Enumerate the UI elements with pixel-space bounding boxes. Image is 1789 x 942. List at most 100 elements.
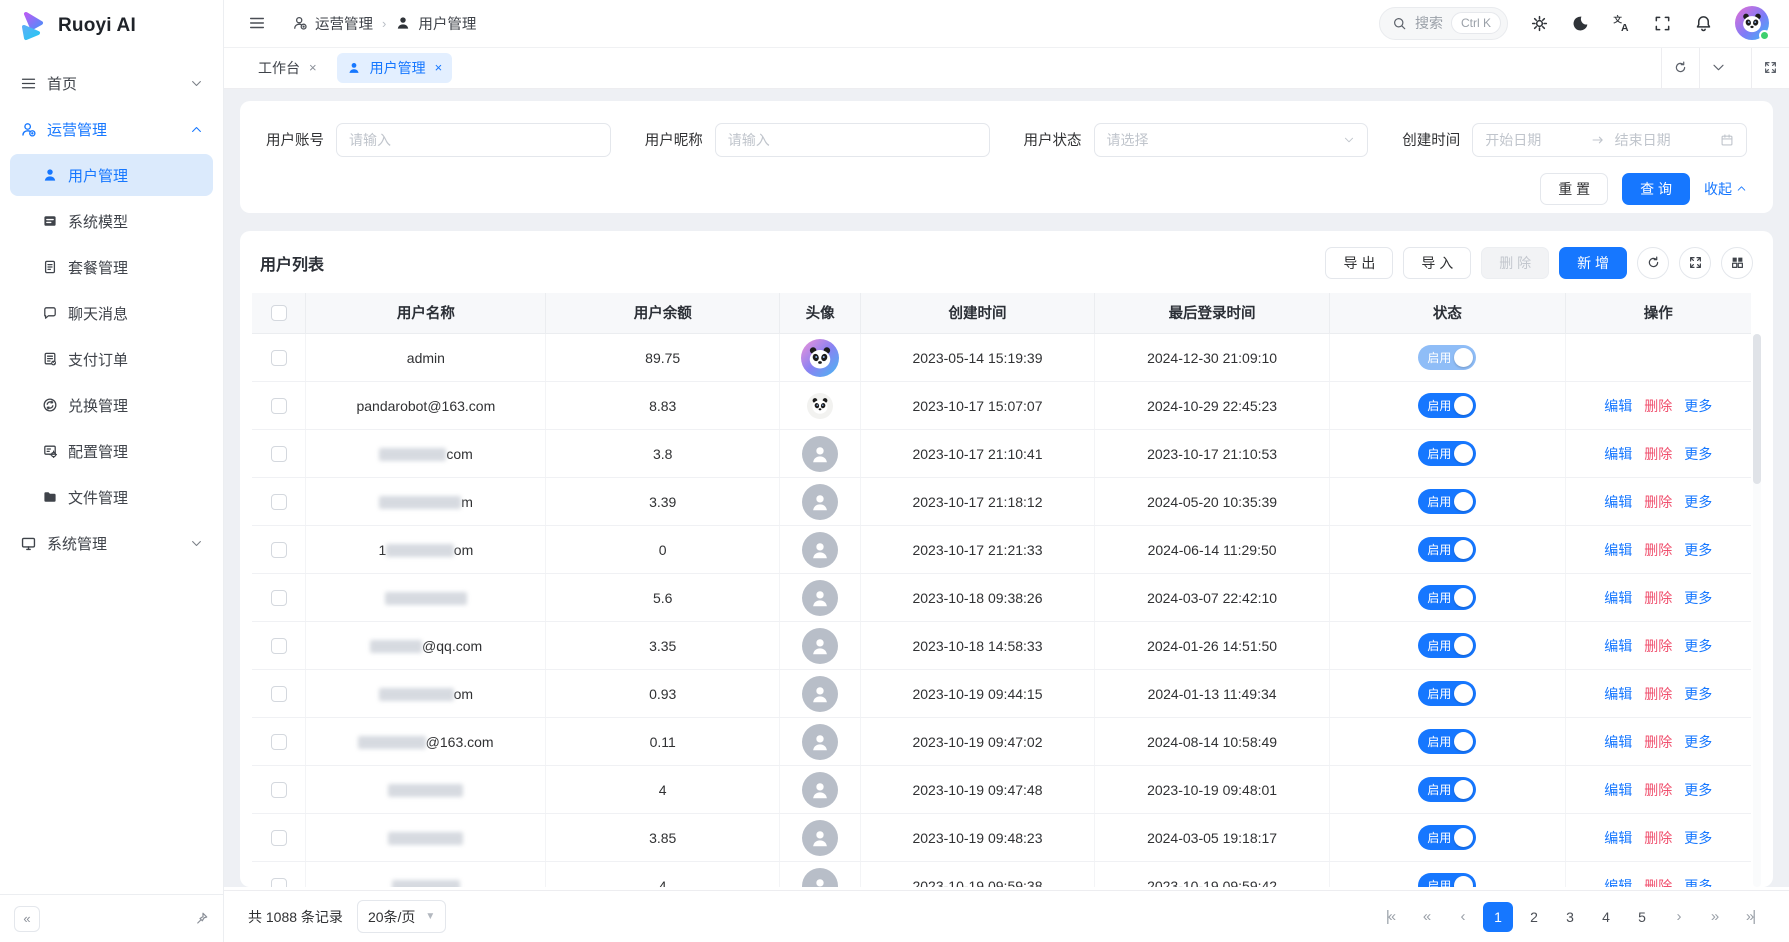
fullscreen-icon[interactable]	[1653, 14, 1672, 33]
row-checkbox[interactable]	[271, 734, 287, 750]
collapse-filters-link[interactable]: 收起	[1704, 179, 1747, 199]
sidebar-group-1[interactable]: 运营管理	[10, 108, 213, 150]
edit-link[interactable]: 编辑	[1604, 638, 1632, 654]
select-all-checkbox[interactable]	[271, 305, 287, 321]
user-nickname-input[interactable]	[715, 123, 990, 157]
breadcrumb-operations[interactable]: 运营管理	[292, 13, 373, 34]
user-avatar[interactable]	[1735, 6, 1769, 40]
logo-row[interactable]: Ruoyi AI	[0, 0, 223, 52]
column-settings-icon[interactable]	[1721, 247, 1753, 279]
delete-button[interactable]: 删 除	[1481, 247, 1549, 279]
row-checkbox[interactable]	[271, 542, 287, 558]
edit-link[interactable]: 编辑	[1604, 830, 1632, 846]
more-link[interactable]: 更多	[1684, 878, 1712, 887]
user-account-input[interactable]	[336, 123, 611, 157]
edit-link[interactable]: 编辑	[1604, 782, 1632, 798]
more-link[interactable]: 更多	[1684, 638, 1712, 654]
status-toggle[interactable]: 启用	[1418, 345, 1476, 370]
date-range-picker[interactable]: 开始日期 结束日期	[1472, 123, 1747, 157]
content-fullscreen-icon[interactable]	[1751, 48, 1789, 88]
delete-link[interactable]: 删除	[1644, 542, 1672, 558]
edit-link[interactable]: 编辑	[1604, 398, 1632, 414]
status-toggle[interactable]: 启用	[1418, 489, 1476, 514]
row-checkbox[interactable]	[271, 446, 287, 462]
tab-refresh-icon[interactable]	[1661, 48, 1699, 88]
sidebar-item-order[interactable]: 支付订单	[10, 338, 213, 380]
expand-icon[interactable]	[1679, 247, 1711, 279]
sidebar-item-folder[interactable]: 文件管理	[10, 476, 213, 518]
status-toggle[interactable]: 启用	[1418, 633, 1476, 658]
page-size-select[interactable]: 20条/页 ▼	[357, 900, 446, 933]
delete-link[interactable]: 删除	[1644, 398, 1672, 414]
more-link[interactable]: 更多	[1684, 446, 1712, 462]
table-scrollbar[interactable]	[1753, 334, 1761, 887]
dark-mode-icon[interactable]	[1571, 14, 1590, 33]
close-icon[interactable]: ×	[435, 60, 443, 75]
close-icon[interactable]: ×	[309, 60, 317, 75]
sidebar-collapse-button[interactable]: «	[14, 906, 40, 932]
row-checkbox[interactable]	[271, 686, 287, 702]
row-checkbox[interactable]	[271, 878, 287, 886]
status-toggle[interactable]: 启用	[1418, 393, 1476, 418]
translate-icon[interactable]: 文A	[1612, 14, 1631, 33]
page-button-3[interactable]: 3	[1555, 902, 1585, 932]
sidebar-item-chat[interactable]: 聊天消息	[10, 292, 213, 334]
delete-link[interactable]: 删除	[1644, 590, 1672, 606]
notification-bell-icon[interactable]	[1694, 14, 1713, 33]
first-page-button[interactable]: |«	[1375, 902, 1405, 932]
status-toggle[interactable]: 启用	[1418, 537, 1476, 562]
user-status-select[interactable]: 请选择	[1094, 123, 1369, 157]
add-button[interactable]: 新 增	[1559, 247, 1627, 279]
next-page-button[interactable]: ›	[1663, 902, 1693, 932]
row-checkbox[interactable]	[271, 590, 287, 606]
edit-link[interactable]: 编辑	[1604, 686, 1632, 702]
delete-link[interactable]: 删除	[1644, 686, 1672, 702]
edit-link[interactable]: 编辑	[1604, 590, 1632, 606]
settings-icon[interactable]	[1530, 14, 1549, 33]
edit-link[interactable]: 编辑	[1604, 542, 1632, 558]
global-search[interactable]: 搜索 Ctrl K	[1379, 7, 1508, 40]
row-checkbox[interactable]	[271, 782, 287, 798]
more-link[interactable]: 更多	[1684, 782, 1712, 798]
edit-link[interactable]: 编辑	[1604, 878, 1632, 887]
hamburger-menu-icon[interactable]	[248, 14, 266, 32]
sidebar-group-0[interactable]: 首页	[10, 62, 213, 104]
reset-button[interactable]: 重 置	[1540, 173, 1608, 205]
edit-link[interactable]: 编辑	[1604, 446, 1632, 462]
more-link[interactable]: 更多	[1684, 734, 1712, 750]
delete-link[interactable]: 删除	[1644, 830, 1672, 846]
prev-page-button[interactable]: ‹	[1447, 902, 1477, 932]
more-link[interactable]: 更多	[1684, 398, 1712, 414]
query-button[interactable]: 查 询	[1622, 173, 1690, 205]
tab-user-management[interactable]: 用户管理 ×	[337, 53, 453, 83]
page-button-4[interactable]: 4	[1591, 902, 1621, 932]
delete-link[interactable]: 删除	[1644, 782, 1672, 798]
export-button[interactable]: 导 出	[1325, 247, 1393, 279]
page-button-2[interactable]: 2	[1519, 902, 1549, 932]
row-checkbox[interactable]	[271, 398, 287, 414]
refresh-icon[interactable]	[1637, 247, 1669, 279]
status-toggle[interactable]: 启用	[1418, 729, 1476, 754]
more-link[interactable]: 更多	[1684, 542, 1712, 558]
more-link[interactable]: 更多	[1684, 830, 1712, 846]
delete-link[interactable]: 删除	[1644, 734, 1672, 750]
sidebar-group-2[interactable]: 系统管理	[10, 522, 213, 564]
status-toggle[interactable]: 启用	[1418, 441, 1476, 466]
tab-workbench[interactable]: 工作台 ×	[248, 53, 327, 83]
edit-link[interactable]: 编辑	[1604, 734, 1632, 750]
status-toggle[interactable]: 启用	[1418, 873, 1476, 887]
delete-link[interactable]: 删除	[1644, 446, 1672, 462]
last-page-button[interactable]: »|	[1735, 902, 1765, 932]
sidebar-item-config[interactable]: 配置管理	[10, 430, 213, 472]
import-button[interactable]: 导 入	[1403, 247, 1471, 279]
delete-link[interactable]: 删除	[1644, 638, 1672, 654]
row-checkbox[interactable]	[271, 830, 287, 846]
breadcrumb-user-management[interactable]: 用户管理	[395, 13, 476, 34]
row-checkbox[interactable]	[271, 350, 287, 366]
sidebar-item-package[interactable]: 套餐管理	[10, 246, 213, 288]
more-link[interactable]: 更多	[1684, 590, 1712, 606]
status-toggle[interactable]: 启用	[1418, 681, 1476, 706]
sidebar-item-user[interactable]: 用户管理	[10, 154, 213, 196]
status-toggle[interactable]: 启用	[1418, 825, 1476, 850]
edit-link[interactable]: 编辑	[1604, 494, 1632, 510]
